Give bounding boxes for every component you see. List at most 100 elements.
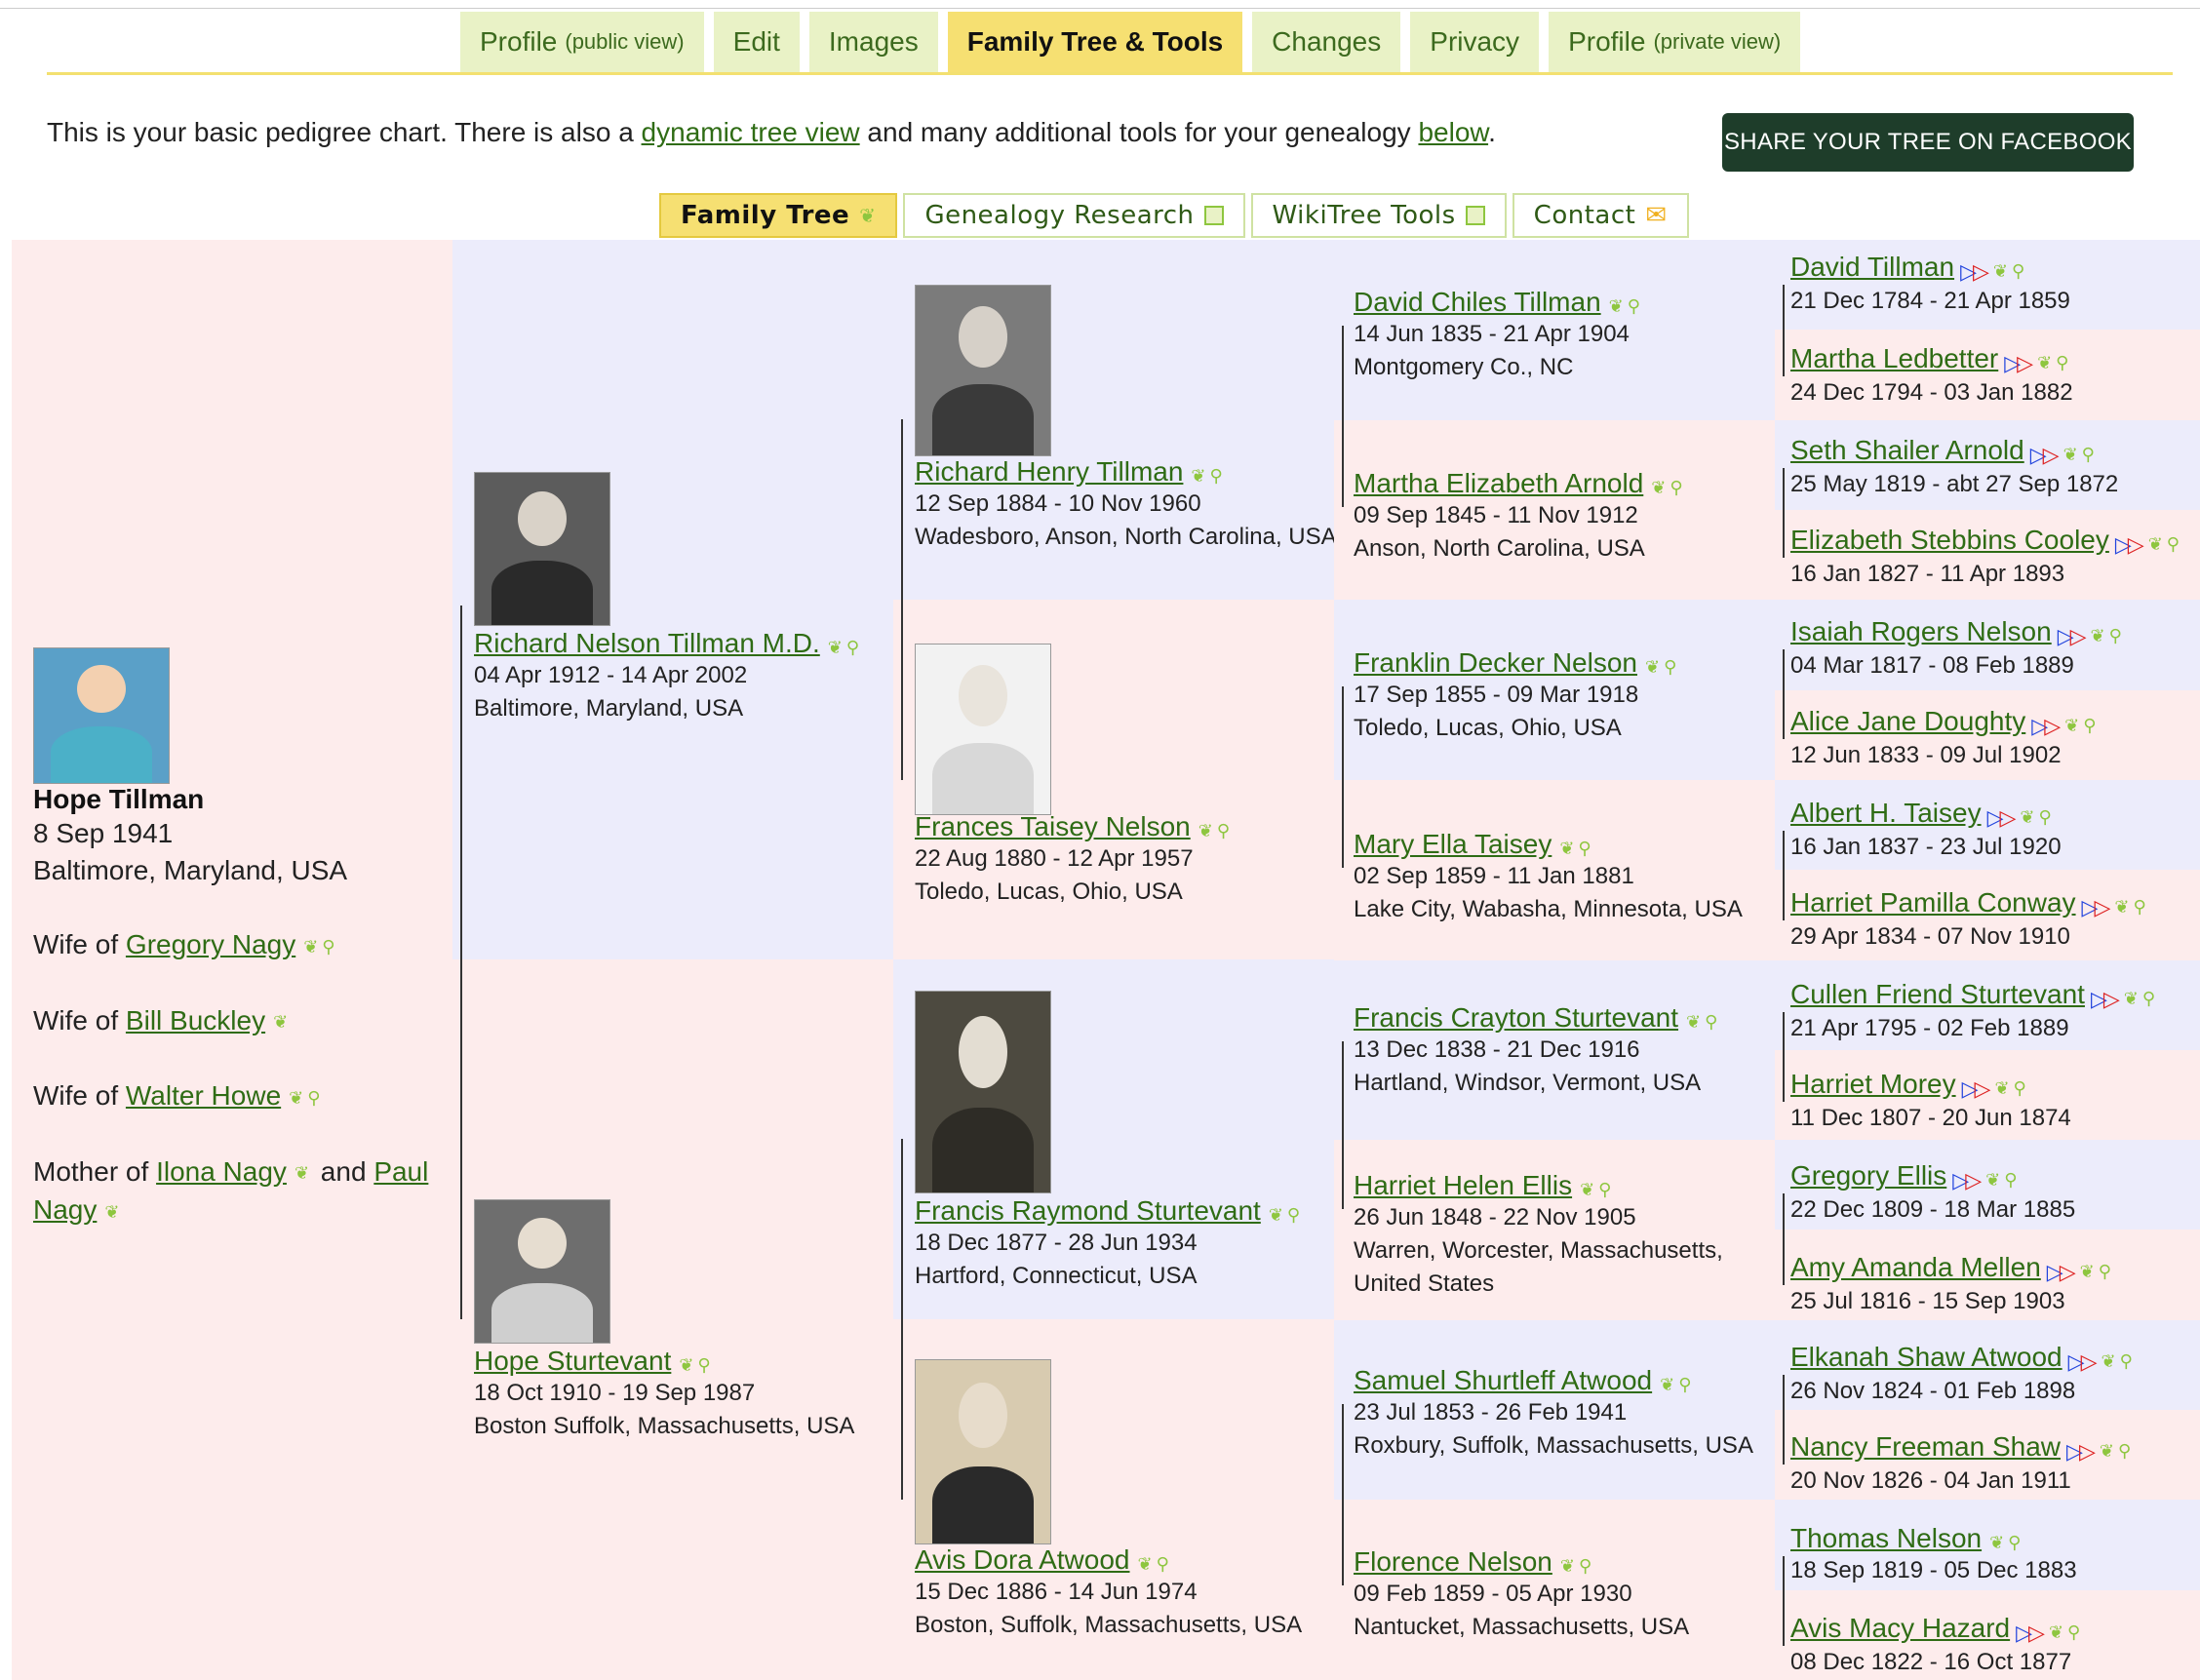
gen4-person-8: Cullen Friend Sturtevant ▷▷ ❦⚲ 21 Apr 1795 … (1790, 979, 2159, 1045)
tab-edit[interactable]: Edit (713, 12, 800, 72)
gen2-name-link[interactable]: Avis Dora Atwood (915, 1544, 1130, 1575)
gen4-name-link[interactable]: Harriet Pamilla Conway (1790, 887, 2076, 918)
gen3-place: Nantucket, Massachusetts, USA (1354, 1614, 1690, 1640)
gen4-person-7: Harriet Pamilla Conway ▷▷ ❦⚲ 29 Apr 1834 - … (1790, 887, 2150, 954)
connector-line (1783, 649, 1785, 739)
tree-icon: ❦ (273, 1012, 293, 1033)
gen3-name-link[interactable]: Franklin Decker Nelson (1354, 647, 1637, 678)
tree-icons: ❦⚲ (289, 1087, 325, 1108)
more-ancestors-icon[interactable]: ▷▷ (2031, 714, 2061, 738)
pedigree-chart: Hope Tillman 8 Sep 1941 Baltimore, Maryl… (12, 240, 2200, 1680)
research-icon (1203, 206, 1224, 225)
gen4-name-link[interactable]: Alice Jane Doughty (1790, 706, 2025, 736)
gen1-person-1-row: Hope Sturtevant ❦⚲ (474, 1346, 854, 1377)
gen3-dates: 09 Sep 1845 - 11 Nov 1912 (1354, 502, 1638, 528)
gen4-name-link[interactable]: Isaiah Rogers Nelson (1790, 616, 2052, 646)
gen4-name-link[interactable]: Elkanah Shaw Atwood (1790, 1342, 2062, 1372)
tree-icons: ❦⚲ (2037, 353, 2073, 373)
more-ancestors-icon[interactable]: ▷▷ (2016, 1621, 2045, 1645)
dynamic-tree-link[interactable]: dynamic tree view (642, 117, 860, 147)
more-ancestors-icon[interactable]: ▷▷ (2091, 987, 2120, 1011)
gen1-photo-1 (474, 1199, 610, 1344)
gen3-name-link[interactable]: Samuel Shurtleff Atwood (1354, 1365, 1652, 1395)
gen4-name-link[interactable]: Nancy Freeman Shaw (1790, 1431, 2061, 1462)
gen3-name-link[interactable]: Mary Ella Taisey (1354, 829, 1552, 859)
child-link-2-part2[interactable]: Nagy (33, 1194, 97, 1225)
tree-icons: ❦⚲ (1559, 839, 1595, 859)
gen2-name-link[interactable]: Frances Taisey Nelson (915, 811, 1191, 841)
gen3-name-link[interactable]: Martha Elizabeth Arnold (1354, 468, 1643, 498)
below-link[interactable]: below (1418, 117, 1488, 147)
more-ancestors-icon[interactable]: ▷▷ (1987, 805, 2017, 830)
connector-line (1783, 1012, 1785, 1102)
gen4-person-9-row: Harriet Morey ▷▷ ❦⚲ (1790, 1069, 2071, 1102)
gen4-person-0-row: David Tillman ▷▷ ❦⚲ (1790, 252, 2070, 285)
gen4-name-link[interactable]: Seth Shailer Arnold (1790, 435, 2024, 465)
gen1-name-link[interactable]: Richard Nelson Tillman M.D. (474, 628, 820, 658)
spouse-link-3[interactable]: Walter Howe (126, 1080, 281, 1111)
more-ancestors-icon[interactable]: ▷▷ (2115, 532, 2144, 557)
gen4-name-link[interactable]: Martha Ledbetter (1790, 343, 1998, 373)
more-ancestors-icon[interactable]: ▷▷ (1960, 259, 1989, 284)
spouse-line-2: Wife of Bill Buckley ❦ (33, 1004, 293, 1035)
gen3-name-link[interactable]: David Chiles Tillman (1354, 287, 1601, 317)
gen4-name-link[interactable]: Cullen Friend Sturtevant (1790, 979, 2085, 1009)
more-ancestors-icon[interactable]: ▷▷ (2082, 895, 2111, 919)
gen3-person-6: Samuel Shurtleff Atwood ❦⚲ 23 Jul 1853 - 2… (1354, 1365, 1753, 1463)
tree-icons: ❦⚲ (1608, 296, 1644, 317)
tab-profile-public[interactable]: Profile (public view) (460, 12, 704, 72)
gen4-person-12: Elkanah Shaw Atwood ▷▷ ❦⚲ 26 Nov 1824 - 01 … (1790, 1342, 2137, 1408)
subtab-wikitree-tools[interactable]: WikiTree Tools (1250, 193, 1507, 238)
more-ancestors-icon[interactable]: ▷▷ (2004, 351, 2033, 375)
more-ancestors-icon[interactable]: ▷▷ (2047, 1260, 2076, 1284)
tree-icons: ❦⚲ (827, 638, 864, 658)
gen3-name-link[interactable]: Florence Nelson (1354, 1546, 1552, 1577)
tab-family-tree-tools[interactable]: Family Tree & Tools (947, 12, 1243, 72)
child-link-1[interactable]: Ilona Nagy (156, 1156, 287, 1187)
subtab-family-tree[interactable]: Family Tree ❦ (659, 193, 898, 238)
gen2-dates: 18 Dec 1877 - 28 Jun 1934 (915, 1230, 1198, 1256)
intro-text: This is your basic pedigree chart. There… (47, 117, 1496, 147)
tab-images[interactable]: Images (808, 12, 938, 72)
gen3-name-link[interactable]: Francis Crayton Sturtevant (1354, 1002, 1678, 1033)
gen3-name-link[interactable]: Harriet Helen Ellis (1354, 1170, 1572, 1200)
spouse-link-1[interactable]: Gregory Nagy (126, 929, 295, 959)
gen4-name-link[interactable]: Amy Amanda Mellen (1790, 1252, 2041, 1282)
gen4-name-link[interactable]: Gregory Ellis (1790, 1160, 1946, 1191)
gen4-person-10-row: Gregory Ellis ▷▷ ❦⚲ (1790, 1160, 2075, 1193)
gen1-name-link[interactable]: Hope Sturtevant (474, 1346, 671, 1376)
gen4-name-link[interactable]: Thomas Nelson (1790, 1523, 1982, 1553)
more-ancestors-icon[interactable]: ▷▷ (1952, 1168, 1982, 1192)
share-facebook-button[interactable]: SHARE YOUR TREE ON FACEBOOK (1722, 113, 2134, 172)
gen4-person-2: Seth Shailer Arnold ▷▷ ❦⚲ 25 May 1819 - abt… (1790, 435, 2118, 501)
tree-icons: ❦⚲ (1645, 657, 1681, 678)
gen4-person-5: Alice Jane Doughty ▷▷ ❦⚲ 12 Jun 1833 - 09 J… (1790, 706, 2100, 772)
child-link-2-part1[interactable]: Paul (373, 1156, 428, 1187)
gen4-name-link[interactable]: Avis Macy Hazard (1790, 1613, 2010, 1643)
tab-changes[interactable]: Changes (1252, 12, 1401, 72)
spouse-link-2[interactable]: Bill Buckley (126, 1005, 265, 1035)
more-ancestors-icon[interactable]: ▷▷ (2030, 443, 2060, 467)
gen4-person-3: Elizabeth Stebbins Cooley ▷▷ ❦⚲ 16 Jan 1827… (1790, 525, 2183, 591)
more-ancestors-icon[interactable]: ▷▷ (2058, 624, 2087, 648)
gen3-place: Roxbury, Suffolk, Massachusetts, USA (1354, 1432, 1753, 1459)
more-ancestors-icon[interactable]: ▷▷ (2068, 1349, 2098, 1374)
tab-profile-private[interactable]: Profile (private view) (1549, 12, 1801, 72)
gen1-person-1: Hope Sturtevant ❦⚲ 18 Oct 1910 - 19 Sep 19… (474, 1346, 854, 1443)
gen4-name-link[interactable]: David Tillman (1790, 252, 1954, 282)
gen4-name-link[interactable]: Elizabeth Stebbins Cooley (1790, 525, 2109, 555)
gen4-dates: 21 Dec 1784 - 21 Apr 1859 (1790, 287, 2070, 314)
tree-icons: ❦⚲ (2064, 716, 2101, 736)
more-ancestors-icon[interactable]: ▷▷ (1962, 1076, 1991, 1101)
connector-line (460, 606, 462, 1319)
gen4-name-link[interactable]: Albert H. Taisey (1790, 798, 1982, 828)
tab-privacy[interactable]: Privacy (1410, 12, 1540, 72)
subtab-contact[interactable]: Contact ✉ (1512, 193, 1689, 238)
gen2-name-link[interactable]: Richard Henry Tillman (915, 456, 1183, 487)
gen4-name-link[interactable]: Harriet Morey (1790, 1069, 1956, 1099)
gen2-name-link[interactable]: Francis Raymond Sturtevant (915, 1195, 1261, 1226)
subtab-genealogy-research[interactable]: Genealogy Research (903, 193, 1245, 238)
more-ancestors-icon[interactable]: ▷▷ (2066, 1439, 2096, 1464)
tool-tabs: Family Tree ❦ Genealogy Research WikiTree… (659, 193, 1689, 238)
top-border (0, 8, 2200, 9)
